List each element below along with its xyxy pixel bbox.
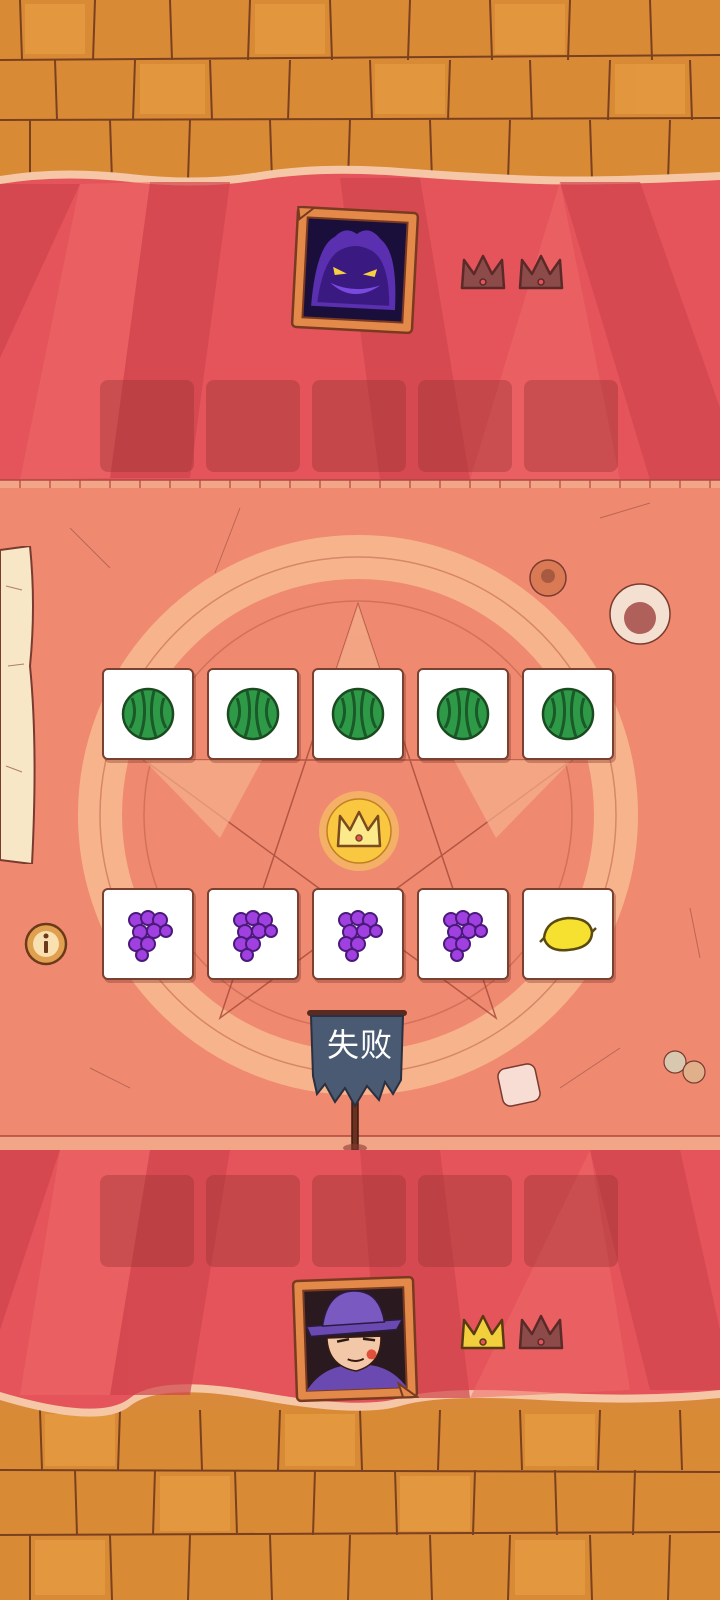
crown-empty-icon	[518, 1314, 564, 1350]
opponent-avatar	[290, 205, 420, 335]
card-slot	[418, 380, 512, 472]
grapes-card[interactable]	[207, 888, 299, 980]
grapes-icon	[443, 910, 488, 962]
watermelon-icon	[436, 687, 490, 741]
card-slot	[100, 380, 194, 472]
top-wood-floor	[0, 0, 720, 180]
watermelon-card[interactable]	[312, 668, 404, 760]
card-slot	[312, 380, 406, 472]
bottom-wood-floor	[0, 1410, 720, 1600]
center-crown-icon	[319, 791, 399, 871]
info-button[interactable]	[24, 922, 68, 966]
result-label: 失败	[326, 1026, 393, 1064]
watermelon-icon	[121, 687, 175, 741]
grapes-icon	[233, 910, 278, 962]
watermelon-icon	[226, 687, 280, 741]
watermelon-card[interactable]	[102, 668, 194, 760]
lemon-icon	[539, 916, 597, 952]
opponent-card-slots	[100, 380, 618, 472]
card-slot[interactable]	[312, 1175, 406, 1267]
player-crowns	[458, 1308, 566, 1358]
grapes-card[interactable]	[417, 888, 509, 980]
card-slot	[206, 380, 300, 472]
watermelon-card[interactable]	[417, 668, 509, 760]
card-slot	[524, 380, 618, 472]
watermelon-card[interactable]	[207, 668, 299, 760]
grapes-icon	[128, 910, 173, 962]
opponent-crowns	[458, 248, 566, 298]
crown-empty-icon	[518, 254, 564, 290]
player-played-cards	[102, 888, 614, 980]
card-slot[interactable]	[206, 1175, 300, 1267]
grapes-icon	[338, 910, 383, 962]
card-slot[interactable]	[524, 1175, 618, 1267]
grapes-card[interactable]	[102, 888, 194, 980]
crown-won-icon	[460, 1314, 506, 1350]
side-scroll[interactable]	[0, 544, 38, 866]
player-card-slots	[100, 1175, 618, 1267]
lemon-card[interactable]	[522, 888, 614, 980]
crown-empty-icon	[460, 254, 506, 290]
opponent-played-cards	[102, 668, 614, 760]
watermelon-icon	[541, 687, 595, 741]
watermelon-icon	[331, 687, 385, 741]
watermelon-card[interactable]	[522, 668, 614, 760]
grapes-card[interactable]	[312, 888, 404, 980]
card-slot[interactable]	[418, 1175, 512, 1267]
card-slot[interactable]	[100, 1175, 194, 1267]
player-avatar	[291, 1275, 421, 1403]
